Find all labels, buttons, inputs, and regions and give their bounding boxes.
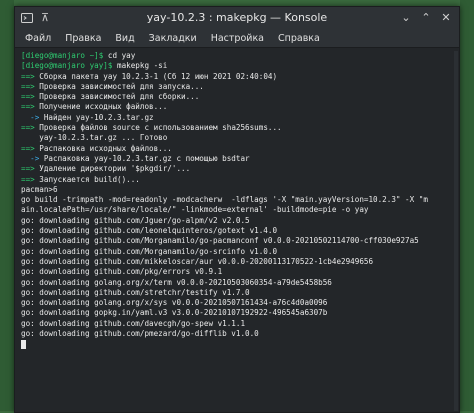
terminal-line: go: downloading github.com/Jguer/go-alpm…	[21, 216, 453, 226]
terminal-text: makepkg -si	[117, 61, 168, 71]
terminal-text: Проверка зависимостей для сборки...	[39, 92, 200, 102]
terminal-text: go: downloading github.com/stretchr/test…	[21, 287, 250, 297]
terminal-line: go: downloading golang.org/x/sys v0.0.0-…	[21, 298, 453, 308]
terminal-text: go: downloading github.com/Morganamilo/g…	[21, 246, 278, 256]
terminal-line: pacman>6	[21, 185, 453, 195]
terminal-line: ==> Сборка пакета yay 10.2.3-1 (Сб 12 ию…	[21, 72, 453, 82]
terminal-text: Распаковка yay-10.2.3.tar.gz с помощью b…	[43, 153, 250, 163]
terminal-line: yay-10.2.3.tar.gz ... Готово	[21, 133, 453, 143]
konsole-window: ⊼ yay-10.2.3 : makepkg — Konsole ⌄ ⌃ ✕ Ф…	[14, 6, 460, 413]
terminal-line: go: downloading github.com/leonelquinter…	[21, 226, 453, 236]
terminal-text: ==>	[21, 123, 40, 133]
desktop-background-right	[460, 0, 474, 411]
terminal-output[interactable]: [diego@manjaro ~]$ cd yay [diego@manjaro …	[15, 48, 459, 412]
terminal-text: [diego@manjaro yay]$	[21, 61, 118, 71]
terminal-text: yay-10.2.3.tar.gz ... Готово	[21, 133, 168, 143]
terminal-text: go: downloading github.com/Morganamilo/g…	[21, 236, 419, 246]
terminal-text: go: downloading golang.org/x/sys v0.0.0-…	[21, 298, 328, 308]
terminal-text: ==>	[21, 81, 40, 91]
terminal-text: Проверка зависимостей для запуска...	[39, 81, 204, 91]
terminal-line: go: downloading github.com/davecgh/go-sp…	[21, 319, 453, 329]
terminal-line: go: downloading github.com/mikkeloscar/a…	[21, 257, 453, 267]
terminal-text: go build -trimpath -mod=readonly -modcac…	[21, 195, 428, 205]
terminal-text: pacman>6	[21, 184, 58, 194]
terminal-line: ==> Получение исходных файлов...	[21, 102, 453, 112]
terminal-text: Проверка файлов source с использованием …	[39, 123, 282, 133]
terminal-text: ==>	[21, 143, 40, 153]
terminal-line: ==> Удаление директории '$pkgdir/'...	[21, 164, 453, 174]
scrollbar[interactable]	[454, 51, 458, 411]
terminal-line: go: downloading github.com/pmezard/go-di…	[21, 329, 453, 339]
terminal-text: Сборка пакета yay 10.2.3-1 (Сб 12 июн 20…	[39, 71, 278, 81]
menu-bar: Файл Правка Вид Закладки Настройка Справ…	[15, 29, 459, 48]
terminal-text: Получение исходных файлов...	[39, 102, 168, 112]
terminal-text: go: downloading golang.org/x/term v0.0.0…	[21, 277, 332, 287]
terminal-text: ain.localePath=/usr/share/locale/" -link…	[21, 205, 369, 215]
terminal-text: ==>	[21, 102, 40, 112]
terminal-text: ==>	[21, 71, 40, 81]
window-title: yay-10.2.3 : makepkg — Konsole	[146, 11, 328, 24]
title-bar[interactable]: ⊼ yay-10.2.3 : makepkg — Konsole ⌄ ⌃ ✕	[15, 7, 459, 29]
minimize-button[interactable]: ⌄	[399, 11, 413, 25]
terminal-line: ==> Запускается build()...	[21, 175, 453, 185]
terminal-text: Удаление директории '$pkgdir/'...	[39, 164, 191, 174]
terminal-line: -> Найден yay-10.2.3.tar.gz	[21, 113, 453, 123]
terminal-line: go: downloading github.com/pkg/errors v0…	[21, 267, 453, 277]
terminal-text: Распаковка исходных файлов...	[39, 143, 172, 153]
menu-settings[interactable]: Настройка	[211, 33, 264, 44]
terminal-text: ->	[21, 112, 44, 122]
terminal-text: ==>	[21, 164, 40, 174]
terminal-line: ==> Проверка зависимостей для запуска...	[21, 82, 453, 92]
terminal-line: ain.localePath=/usr/share/locale/" -link…	[21, 205, 453, 215]
terminal-text: go: downloading github.com/davecgh/go-sp…	[21, 318, 246, 328]
terminal-line: go: downloading github.com/stretchr/test…	[21, 288, 453, 298]
terminal-line: ==> Проверка файлов source с использован…	[21, 123, 453, 133]
terminal-line: go: downloading gopkg.in/yaml.v3 v3.0.0-…	[21, 308, 453, 318]
terminal-line: go: downloading github.com/Morganamilo/g…	[21, 247, 453, 257]
text-cursor	[21, 339, 26, 349]
close-button[interactable]: ✕	[439, 11, 453, 25]
terminal-text: go: downloading github.com/leonelquinter…	[21, 226, 278, 236]
terminal-line: [diego@manjaro yay]$ makepkg -si	[21, 61, 453, 71]
menu-edit[interactable]: Правка	[65, 33, 101, 44]
terminal-text: [diego@manjaro ~]$	[21, 51, 108, 60]
terminal-text: ==>	[21, 174, 40, 184]
terminal-line: go: downloading golang.org/x/term v0.0.0…	[21, 278, 453, 288]
terminal-text: go: downloading gopkg.in/yaml.v3 v3.0.0-…	[21, 308, 328, 318]
terminal-text: Запускается build()...	[39, 174, 140, 184]
terminal-text: go: downloading github.com/Jguer/go-alpm…	[21, 215, 250, 225]
terminal-text: go: downloading github.com/pmezard/go-di…	[21, 329, 259, 339]
terminal-line: go build -trimpath -mod=readonly -modcac…	[21, 195, 453, 205]
terminal-text: ->	[21, 153, 44, 163]
terminal-text: cd yay	[107, 51, 136, 60]
terminal-text: ==>	[21, 92, 40, 102]
maximize-button[interactable]: ⌃	[419, 11, 433, 25]
menu-view[interactable]: Вид	[115, 33, 134, 44]
terminal-text: go: downloading github.com/pkg/errors v0…	[21, 267, 223, 277]
desktop-background-left	[0, 0, 14, 411]
terminal-text: Найден yay-10.2.3.tar.gz	[43, 112, 154, 122]
menu-help[interactable]: Справка	[278, 33, 320, 44]
menu-bookmarks[interactable]: Закладки	[149, 33, 197, 44]
cursor-line	[21, 339, 453, 349]
terminal-line: go: downloading github.com/Morganamilo/g…	[21, 236, 453, 246]
terminal-text: go: downloading github.com/mikkeloscar/a…	[21, 256, 374, 266]
terminal-line: [diego@manjaro ~]$ cd yay	[21, 51, 453, 61]
menu-file[interactable]: Файл	[25, 33, 51, 44]
terminal-line: ==> Проверка зависимостей для сборки...	[21, 92, 453, 102]
terminal-line: ==> Распаковка исходных файлов...	[21, 144, 453, 154]
terminal-line: -> Распаковка yay-10.2.3.tar.gz с помощь…	[21, 154, 453, 164]
